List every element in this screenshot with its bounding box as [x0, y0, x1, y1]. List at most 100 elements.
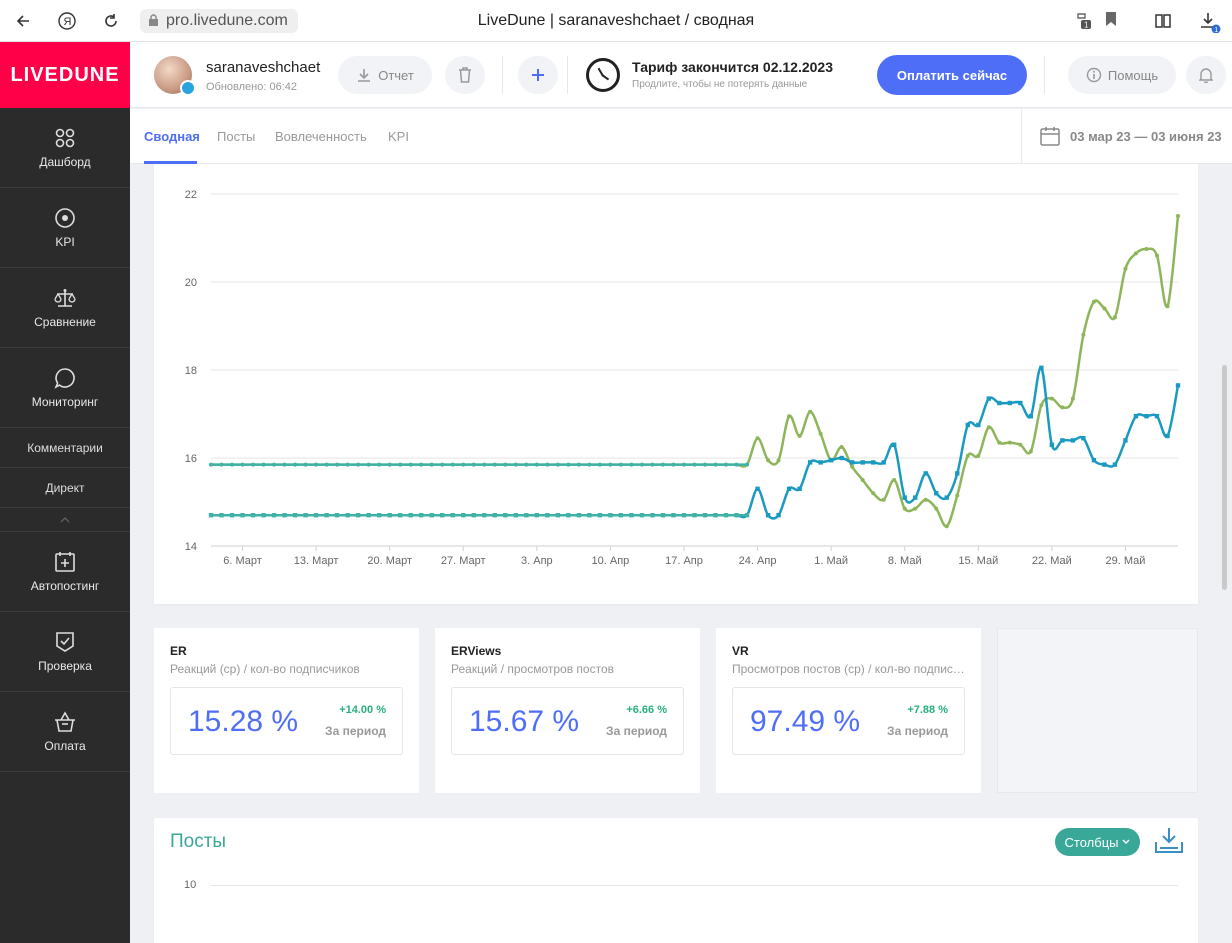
data-point[interactable] — [997, 400, 1002, 406]
data-point[interactable] — [1123, 266, 1128, 271]
data-point[interactable] — [513, 462, 518, 467]
sidebar-item-monitoring[interactable]: Мониторинг — [0, 348, 130, 428]
data-point[interactable] — [671, 462, 676, 467]
help-button[interactable]: Помощь — [1068, 56, 1176, 94]
data-point[interactable] — [965, 422, 970, 428]
data-point[interactable] — [1154, 253, 1159, 258]
data-point[interactable] — [1091, 299, 1096, 304]
data-point[interactable] — [860, 460, 865, 465]
data-point[interactable] — [356, 462, 361, 467]
data-point[interactable] — [955, 471, 960, 476]
avatar[interactable] — [154, 56, 196, 96]
data-point[interactable] — [440, 513, 445, 518]
data-point[interactable] — [555, 462, 560, 467]
data-point[interactable] — [692, 513, 697, 518]
data-point[interactable] — [482, 462, 487, 467]
data-point[interactable] — [282, 513, 287, 518]
data-point[interactable] — [723, 513, 729, 518]
data-point[interactable] — [503, 462, 508, 467]
data-point[interactable] — [713, 462, 718, 467]
data-point[interactable] — [639, 462, 644, 467]
data-point[interactable] — [576, 462, 581, 467]
data-point[interactable] — [429, 462, 434, 467]
data-point[interactable] — [997, 440, 1002, 445]
data-point[interactable] — [345, 513, 350, 518]
data-point[interactable] — [419, 462, 424, 467]
data-point[interactable] — [292, 513, 298, 518]
data-point[interactable] — [839, 455, 844, 461]
data-point[interactable] — [492, 513, 497, 518]
data-point[interactable] — [1039, 403, 1044, 408]
data-point[interactable] — [766, 458, 771, 463]
data-point[interactable] — [398, 462, 403, 467]
data-point[interactable] — [524, 462, 529, 467]
data-point[interactable] — [808, 409, 813, 414]
livedune-logo[interactable]: LIVEDUNE — [0, 42, 130, 108]
data-point[interactable] — [797, 486, 802, 491]
data-point[interactable] — [797, 434, 802, 438]
data-point[interactable] — [703, 462, 708, 467]
delete-button[interactable] — [445, 56, 485, 94]
data-point[interactable] — [828, 458, 834, 463]
data-point[interactable] — [639, 513, 645, 518]
data-point[interactable] — [314, 462, 319, 467]
data-point[interactable] — [934, 506, 939, 511]
data-point[interactable] — [1165, 304, 1170, 309]
data-point[interactable] — [986, 396, 992, 401]
data-point[interactable] — [1112, 462, 1118, 467]
data-point[interactable] — [272, 462, 277, 467]
data-point[interactable] — [881, 497, 886, 502]
data-point[interactable] — [545, 462, 550, 467]
columns-dropdown[interactable]: Столбцы — [1055, 828, 1140, 856]
data-point[interactable] — [1144, 247, 1149, 251]
data-point[interactable] — [219, 462, 224, 467]
sidebar-item-comparison[interactable]: Сравнение — [0, 268, 130, 348]
data-point[interactable] — [1144, 414, 1149, 419]
data-point[interactable] — [892, 478, 897, 482]
data-point[interactable] — [587, 462, 592, 467]
data-point[interactable] — [303, 513, 308, 518]
sidebar-item-check[interactable]: Проверка — [0, 612, 130, 692]
data-point[interactable] — [524, 513, 529, 518]
data-point[interactable] — [755, 436, 760, 441]
data-point[interactable] — [976, 422, 981, 428]
data-point[interactable] — [1070, 438, 1076, 443]
sidebar-item-payment[interactable]: Оплата — [0, 692, 130, 772]
data-point[interactable] — [230, 462, 235, 467]
data-point[interactable] — [1007, 400, 1013, 406]
data-point[interactable] — [461, 513, 466, 518]
data-point[interactable] — [209, 462, 213, 467]
data-point[interactable] — [629, 462, 634, 467]
data-point[interactable] — [408, 513, 413, 518]
data-point[interactable] — [660, 513, 666, 518]
data-point[interactable] — [251, 462, 256, 467]
data-point[interactable] — [1165, 433, 1170, 439]
data-point[interactable] — [240, 462, 245, 467]
data-point[interactable] — [597, 513, 603, 518]
data-point[interactable] — [397, 513, 403, 518]
data-point[interactable] — [1081, 332, 1086, 337]
data-point[interactable] — [1018, 400, 1023, 406]
data-point[interactable] — [818, 431, 823, 436]
data-point[interactable] — [650, 513, 655, 518]
data-point[interactable] — [355, 513, 361, 518]
data-point[interactable] — [555, 513, 561, 518]
data-point[interactable] — [871, 491, 876, 496]
data-point[interactable] — [818, 460, 823, 465]
reload-icon[interactable] — [96, 0, 126, 42]
data-point[interactable] — [786, 486, 792, 491]
data-point[interactable] — [366, 462, 371, 467]
data-point[interactable] — [965, 453, 970, 458]
data-point[interactable] — [629, 513, 634, 518]
data-point[interactable] — [1060, 438, 1065, 443]
data-point[interactable] — [1154, 414, 1160, 419]
bookmark-icon[interactable] — [1101, 11, 1121, 31]
data-point[interactable] — [734, 462, 739, 467]
collapse-chevron-icon[interactable] — [0, 508, 130, 532]
data-point[interactable] — [376, 513, 382, 518]
data-point[interactable] — [608, 462, 613, 467]
data-point[interactable] — [944, 495, 949, 500]
data-point[interactable] — [776, 458, 781, 463]
data-point[interactable] — [934, 491, 939, 496]
data-point[interactable] — [734, 513, 739, 518]
